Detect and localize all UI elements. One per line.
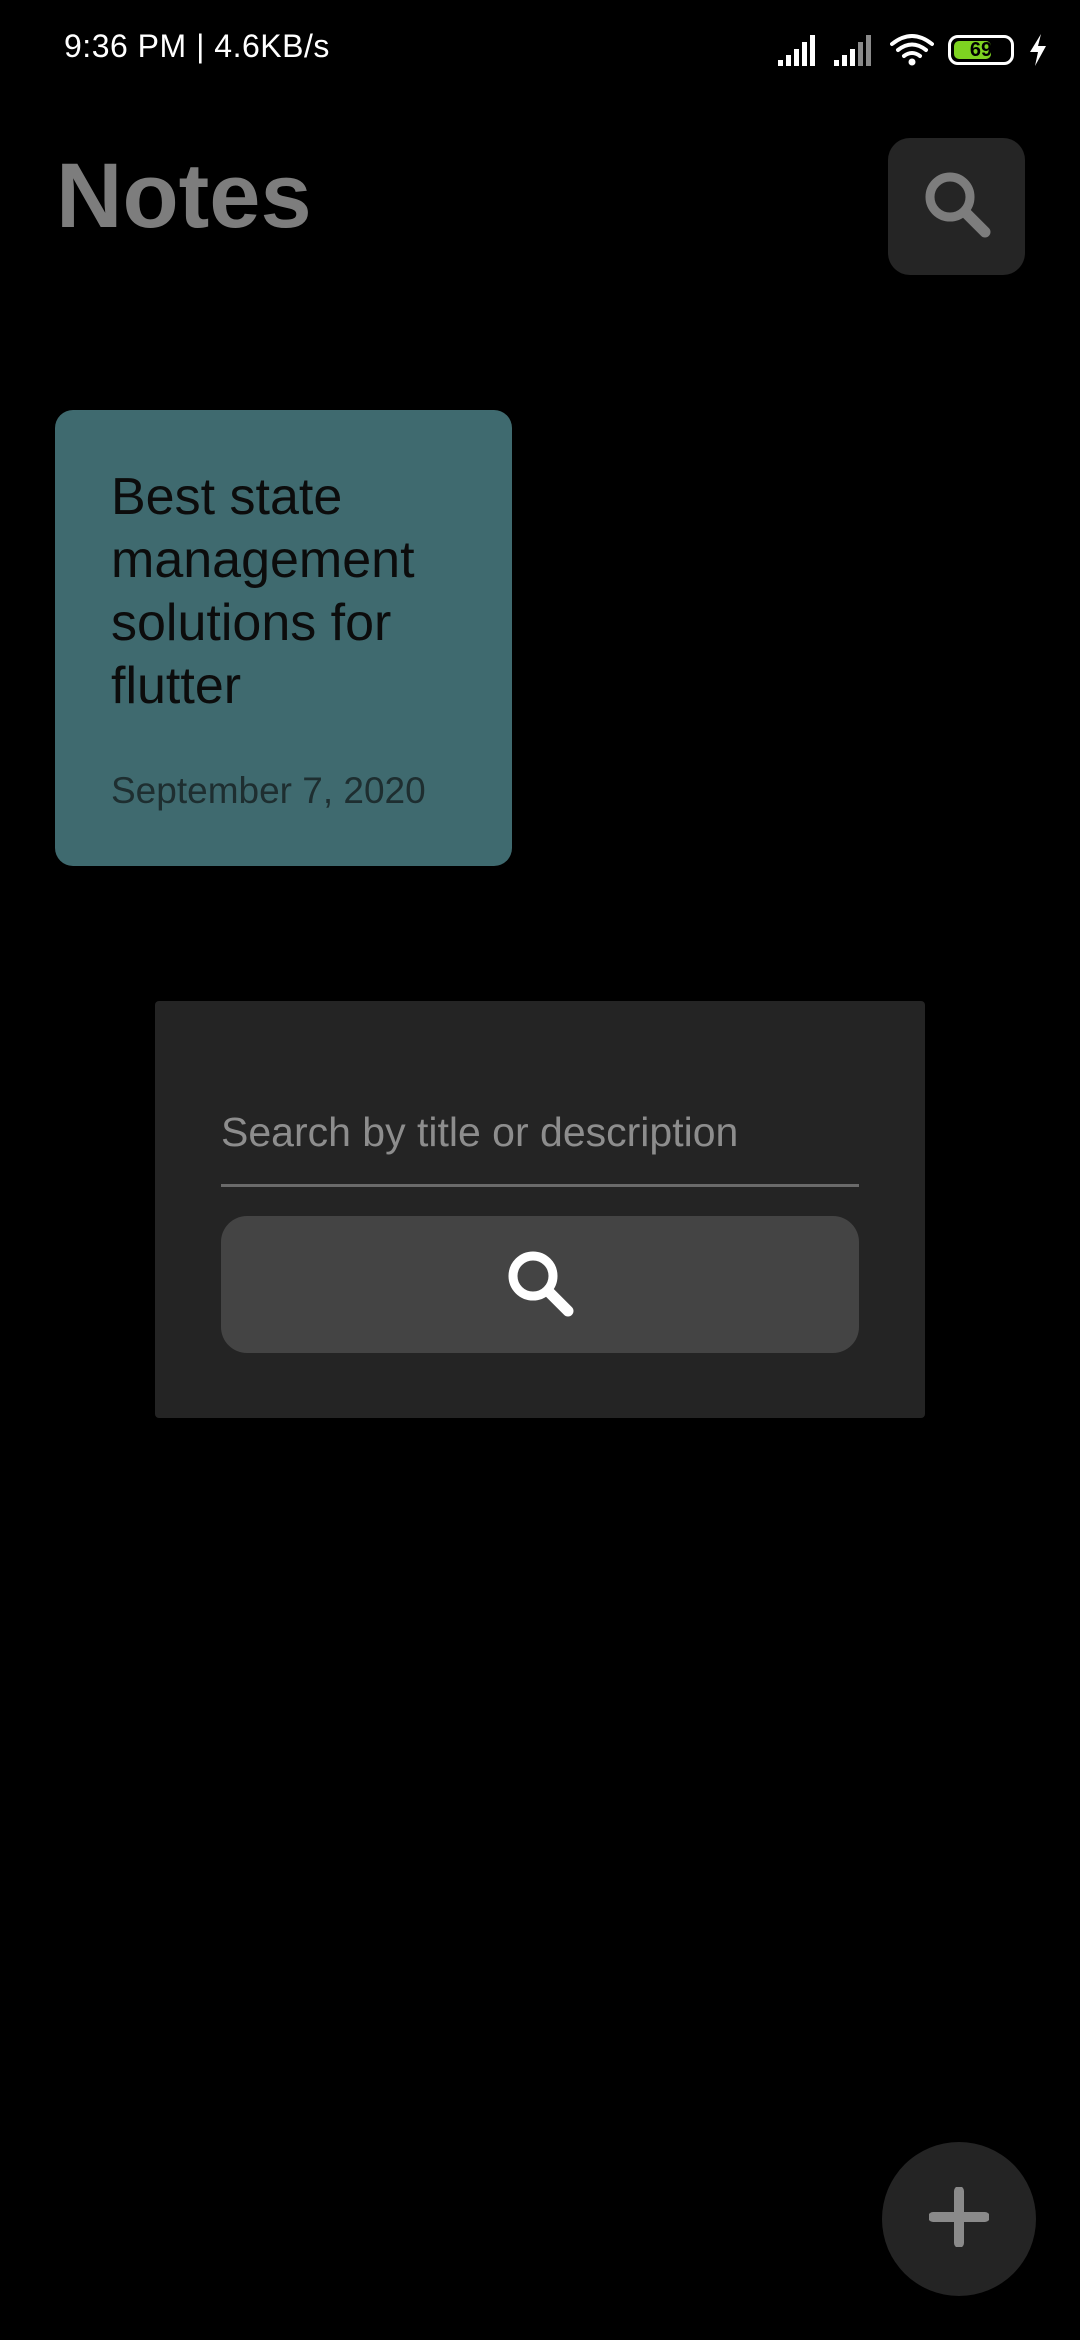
search-icon — [505, 1248, 575, 1321]
signal-icon — [834, 34, 876, 66]
note-date: September 7, 2020 — [111, 770, 426, 811]
search-icon — [922, 169, 992, 244]
charging-icon — [1028, 34, 1048, 66]
search-input[interactable] — [221, 1081, 859, 1187]
status-time-speed: 9:36 PM | 4.6KB/s — [64, 28, 330, 64]
page-title: Notes — [56, 145, 312, 247]
plus-icon — [928, 2185, 990, 2252]
battery-icon: 69 — [948, 35, 1014, 65]
search-submit-button[interactable] — [221, 1216, 859, 1353]
signal-icon — [778, 34, 820, 66]
status-icons: 69 — [778, 30, 1048, 70]
battery-level: 69 — [969, 39, 993, 61]
header-search-button[interactable] — [888, 138, 1025, 275]
search-dialog — [155, 1001, 925, 1418]
note-card[interactable]: Best state management solutions for flut… — [55, 410, 512, 866]
note-title: Best state management solutions for flut… — [111, 468, 415, 715]
status-bar: 9:36 PM | 4.6KB/s 69 — [0, 0, 1080, 100]
add-note-button[interactable] — [882, 2142, 1036, 2296]
wifi-icon — [890, 33, 934, 67]
